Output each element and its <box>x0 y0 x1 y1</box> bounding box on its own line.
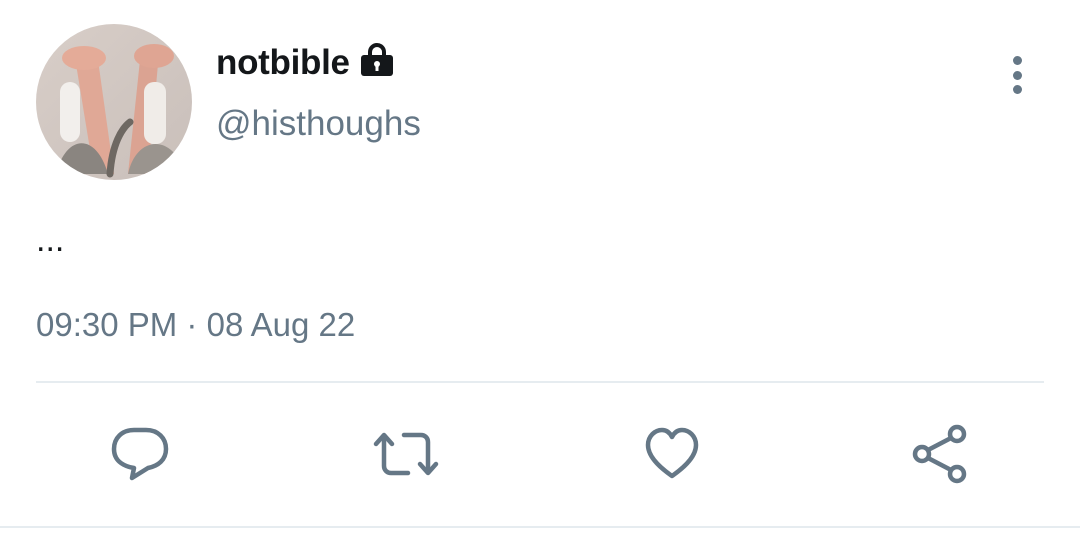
bottom-divider <box>0 526 1080 528</box>
lock-icon <box>359 43 395 77</box>
tweet-date: 08 Aug 22 <box>206 306 356 343</box>
retweet-icon <box>373 432 439 476</box>
more-vertical-icon <box>1012 56 1022 65</box>
reply-button[interactable] <box>104 418 176 490</box>
more-vertical-icon-dot <box>1012 70 1022 80</box>
display-name[interactable]: notbible <box>216 43 350 83</box>
avatar-image <box>36 24 192 180</box>
tweet-card: notbible @histhoughs ... 09:30 PM · 08 A… <box>0 0 1080 546</box>
more-options-button[interactable] <box>996 50 1038 100</box>
display-name-row: notbible <box>216 40 395 86</box>
user-handle[interactable]: @histhoughs <box>216 104 421 144</box>
timestamp-separator: · <box>186 306 198 343</box>
share-icon <box>912 424 967 484</box>
like-button[interactable] <box>636 418 708 490</box>
more-vertical-icon-dot <box>1012 85 1022 94</box>
tweet-time: 09:30 PM <box>36 306 178 343</box>
divider <box>36 381 1044 383</box>
heart-icon <box>645 427 699 479</box>
tweet-text: ... <box>36 221 65 259</box>
retweet-button[interactable] <box>370 418 442 490</box>
tweet-timestamp[interactable]: 09:30 PM · 08 Aug 22 <box>36 306 355 344</box>
reply-icon <box>111 427 169 481</box>
avatar[interactable] <box>36 24 192 180</box>
share-button[interactable] <box>904 418 976 490</box>
